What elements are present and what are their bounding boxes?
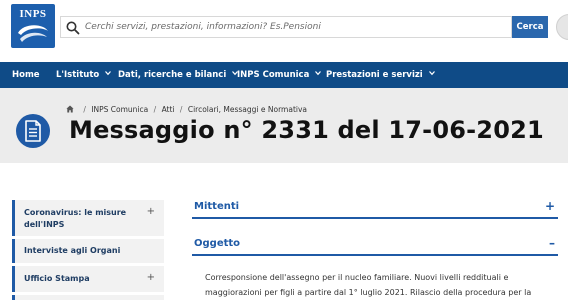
expand-icon[interactable]: + [545, 199, 555, 213]
sidebar-item-next[interactable]: + [12, 295, 164, 300]
collapse-icon[interactable]: – [549, 236, 555, 250]
search-box [60, 16, 512, 38]
chevron-down-icon [315, 71, 322, 76]
nav-item-home[interactable]: Home [12, 62, 40, 88]
search-input[interactable] [85, 17, 505, 37]
plus-icon[interactable]: + [147, 272, 155, 283]
sidebar-item-label-line2: dell'INPS [24, 220, 65, 229]
section-mittenti[interactable]: Mittenti + [192, 199, 558, 219]
sidebar-item-label: Interviste agli Organi [24, 246, 121, 255]
nav-item-istituto[interactable]: L'Istituto [56, 62, 112, 88]
document-icon-badge [16, 114, 50, 148]
sidebar-item-ufficio-stampa[interactable]: Ufficio Stampa + [12, 266, 164, 292]
oggetto-text-line: Corresponsione dell'assegno per il nucle… [205, 273, 509, 282]
nav-item-inps-comunica[interactable]: INPS Comunica [237, 62, 322, 88]
sidebar-item-interviste[interactable]: Interviste agli Organi [12, 239, 164, 263]
main-navigation: Home L'Istituto Dati, ricerche e bilanci… [0, 62, 568, 88]
section-title: Oggetto [194, 238, 241, 249]
breadcrumb-separator: / [153, 105, 157, 114]
nav-item-label: L'Istituto [56, 70, 100, 80]
site-header: INPS Cerca [0, 0, 568, 62]
breadcrumb: / INPS Comunica / Atti / Circolari, Mess… [66, 105, 307, 114]
breadcrumb-item-circolari[interactable]: Circolari, Messaggi e Normativa [188, 105, 307, 114]
nav-item-label: INPS Comunica [237, 70, 310, 80]
breadcrumb-separator: / [179, 105, 183, 114]
nav-item-label: Prestazioni e servizi [326, 70, 423, 80]
sidebar-item-label: Ufficio Stampa [24, 274, 90, 283]
breadcrumb-separator: / [83, 105, 86, 114]
nav-item-label: Dati, ricerche e bilanci [118, 70, 227, 80]
page-title: Messaggio n° 2331 del 17-06-2021 [69, 116, 544, 144]
search-button[interactable]: Cerca [512, 16, 548, 38]
logo-text: INPS [19, 8, 47, 20]
sidebar-item-label-line1: Coronavirus: le misure [24, 208, 127, 217]
title-band: / INPS Comunica / Atti / Circolari, Mess… [0, 88, 568, 163]
plus-icon[interactable]: + [147, 206, 155, 217]
nav-item-prestazioni[interactable]: Prestazioni e servizi [326, 62, 435, 88]
sidebar-item-coronavirus[interactable]: Coronavirus: le misure dell'INPS + [12, 200, 164, 236]
breadcrumb-item-atti[interactable]: Atti [162, 105, 175, 114]
inps-logo[interactable]: INPS [11, 4, 55, 48]
section-oggetto[interactable]: Oggetto – [192, 236, 558, 256]
oggetto-text: Corresponsione dell'assegno per il nucle… [205, 270, 555, 300]
chevron-down-icon [105, 71, 112, 76]
section-title: Mittenti [194, 201, 240, 212]
user-avatar[interactable] [556, 14, 568, 40]
home-icon[interactable] [66, 105, 74, 113]
breadcrumb-item-inps-comunica[interactable]: INPS Comunica [91, 105, 148, 114]
document-icon [25, 120, 41, 142]
search-icon [66, 21, 80, 35]
logo-swoosh-icon [18, 25, 48, 42]
oggetto-text-line: maggiorazioni per figli a partire dal 1°… [205, 288, 532, 297]
nav-item-label: Home [12, 70, 40, 80]
chevron-down-icon [428, 71, 435, 76]
nav-item-dati[interactable]: Dati, ricerche e bilanci [118, 62, 239, 88]
sidebar-item-label: Coronavirus: le misure dell'INPS [24, 207, 126, 231]
